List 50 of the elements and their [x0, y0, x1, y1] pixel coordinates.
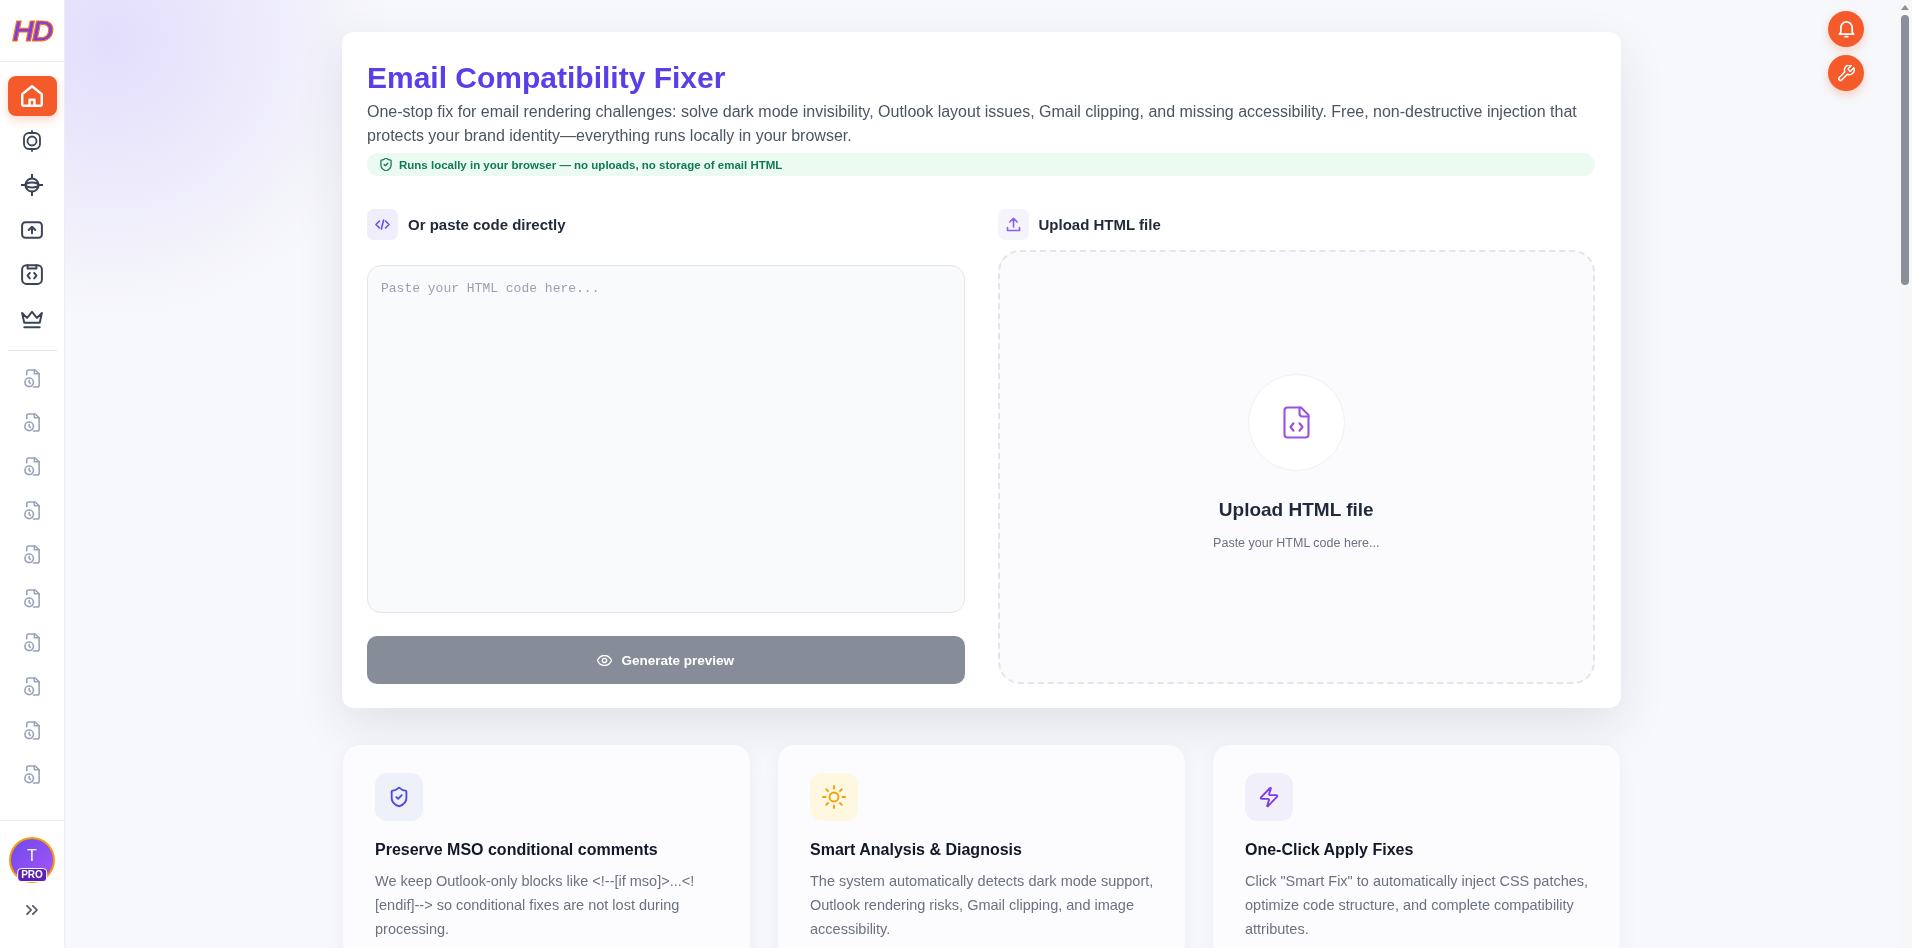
file-clock-icon [23, 413, 41, 432]
code-icon [367, 209, 398, 240]
file-clock-icon [23, 721, 41, 740]
file-clock-icon [23, 589, 41, 608]
file-code-icon [1247, 374, 1345, 471]
tools-button[interactable] [1828, 55, 1864, 91]
upload-dropzone[interactable]: Upload HTML file Paste your HTML code here... [997, 250, 1595, 684]
file-clock-icon [23, 677, 41, 696]
file-clock-icon [23, 545, 41, 564]
page-description: One-stop fix for email rendering challenges: solve dark mode invisibility, Outlook layout issues, Gmail clipping, and missing accessibility. Free, non-destructive injection that protects your brand identity—everything runs locally in your browser. [367, 102, 1578, 146]
feature-title: Smart Analysis & Diagnosis [810, 840, 1023, 860]
feature-title: Preserve MSO conditional comments [375, 840, 659, 860]
crosshair-icon [21, 174, 43, 196]
lightning-icon [1245, 773, 1293, 821]
upload-title: Upload HTML file [1218, 498, 1374, 522]
file-clock-icon [23, 633, 41, 652]
notifications-button[interactable] [1828, 11, 1864, 47]
upload-hint: Paste your HTML code here... [1213, 535, 1380, 552]
avatar[interactable]: T PRO [9, 837, 55, 883]
code-input[interactable]: Paste your HTML code here... [367, 265, 965, 613]
logo[interactable]: HD [12, 13, 52, 48]
feature-title: One-Click Apply Fixes [1245, 840, 1415, 860]
privacy-note: Runs locally in your browser — no uploads, no storage of email HTML [399, 157, 783, 172]
feature-description: The system automatically detects dark mode support, Outlook rendering risks, Gmail clipping, and image accessibility. [810, 872, 1155, 939]
wrench-icon [1837, 64, 1855, 82]
scroll-up-icon [1901, 5, 1909, 10]
double-chevron-icon [26, 905, 38, 915]
upload-icon [997, 209, 1029, 240]
section-label: Upload HTML file [1038, 216, 1161, 233]
avatar-initial: T [27, 847, 37, 865]
home-icon [21, 85, 43, 107]
section-label: Or paste code directly [408, 216, 566, 233]
page-title: Email Compatibility Fixer [367, 60, 727, 96]
upload-icon [21, 220, 43, 239]
feature-description: Click "Smart Fix" to automatically inject CSS patches, optimize code structure, and complete compatibility attributes. [1245, 872, 1590, 939]
code-window-icon [21, 263, 43, 285]
file-clock-icon [23, 501, 41, 520]
eye-icon [597, 654, 613, 666]
shield-check-icon [375, 773, 423, 821]
shield-check-icon [380, 158, 392, 171]
feature-description: We keep Outlook-only blocks like <!--[if mso]>...<![endif]--> so conditional fixes are not lost during processing. [375, 872, 696, 939]
crown-icon [21, 308, 43, 329]
bell-icon [1837, 20, 1855, 38]
file-clock-icon [23, 457, 41, 476]
lens-icon [21, 129, 43, 152]
file-clock-icon [23, 765, 41, 784]
scrollbar-thumb[interactable] [1901, 15, 1909, 285]
pro-badge: PRO [17, 868, 47, 882]
sun-icon [810, 773, 858, 821]
file-clock-icon [23, 369, 41, 388]
